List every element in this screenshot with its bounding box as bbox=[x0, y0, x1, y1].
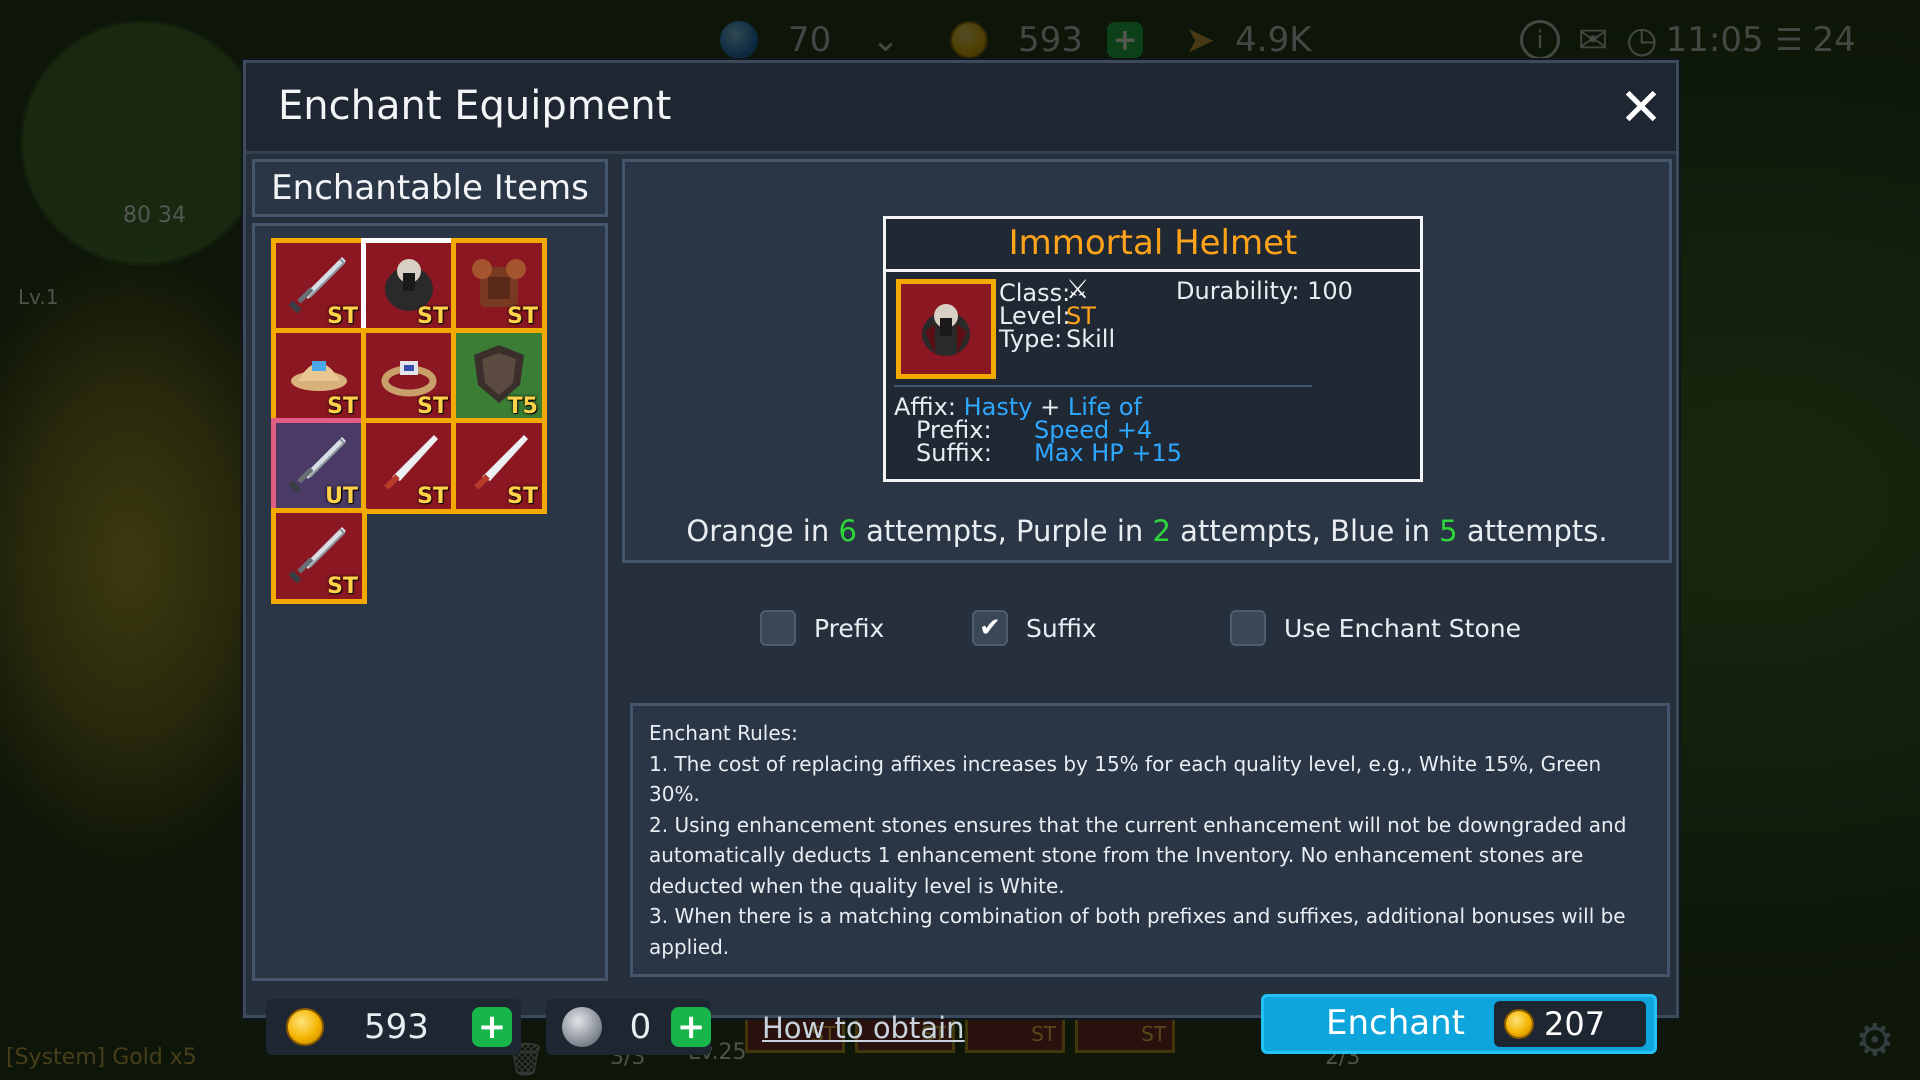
item-tier: T5 bbox=[507, 394, 538, 419]
prefix-option-label: Prefix bbox=[814, 613, 885, 643]
list-title: Enchantable Items bbox=[252, 159, 608, 217]
purple-attempts: 2 bbox=[1152, 514, 1171, 548]
item-tier: ST bbox=[507, 304, 538, 329]
suffix-option-label: Suffix bbox=[1026, 613, 1097, 643]
sword-item[interactable]: UT bbox=[271, 418, 367, 514]
enchant-button-label: Enchant bbox=[1326, 1003, 1465, 1043]
item-tier: ST bbox=[417, 484, 448, 509]
blade-item[interactable]: ST bbox=[361, 418, 457, 514]
attempts-text: Orange in bbox=[686, 514, 839, 548]
attempts-text: attempts, Blue in bbox=[1170, 514, 1440, 548]
helmet-item[interactable]: ST bbox=[361, 238, 457, 334]
item-tier: ST bbox=[327, 304, 358, 329]
dialog-footer: 593 + 0 + How to obtain Enchant 207 bbox=[246, 987, 1676, 1067]
blue-attempts: 5 bbox=[1439, 514, 1458, 548]
item-tier: ST bbox=[507, 484, 538, 509]
close-button[interactable]: ✕ bbox=[1616, 82, 1666, 134]
prefix-checkbox[interactable] bbox=[760, 610, 796, 646]
type-value: Skill bbox=[1066, 325, 1116, 353]
helmet-icon bbox=[896, 279, 996, 379]
enchant-stone-option[interactable]: Use Enchant Stone bbox=[1230, 608, 1521, 648]
armor-item[interactable]: ST bbox=[451, 238, 547, 334]
enchant-button[interactable]: Enchant 207 bbox=[1261, 994, 1657, 1054]
gold-balance: 593 + bbox=[266, 999, 521, 1055]
attempts-text: attempts. bbox=[1457, 514, 1608, 548]
ring-item[interactable]: ST bbox=[361, 328, 457, 424]
item-tier: ST bbox=[327, 574, 358, 599]
enchant-cost: 207 bbox=[1494, 1001, 1646, 1047]
blade-item[interactable]: ST bbox=[451, 418, 547, 514]
coin-icon bbox=[1504, 1009, 1534, 1039]
enchant-stone-checkbox[interactable] bbox=[1230, 610, 1266, 646]
add-gold-button[interactable]: + bbox=[472, 1007, 512, 1047]
coin-icon bbox=[286, 1008, 324, 1046]
item-tier: ST bbox=[417, 304, 448, 329]
sword-class-icon: ⚔ bbox=[1066, 275, 1090, 305]
enchant-stone-icon bbox=[562, 1007, 602, 1047]
suffix-value: Max HP +15 bbox=[1034, 439, 1183, 467]
sword-item[interactable]: ST bbox=[271, 508, 367, 604]
card-divider bbox=[894, 385, 1312, 387]
suffix-checkbox[interactable]: ✔ bbox=[972, 610, 1008, 646]
item-tier: ST bbox=[417, 394, 448, 419]
enchant-cost-amount: 207 bbox=[1544, 1005, 1606, 1043]
enchant-dialog: Enchant Equipment ✕ Enchantable Items ST… bbox=[243, 60, 1679, 1055]
suffix-option[interactable]: ✔ Suffix bbox=[972, 608, 1097, 648]
dialog-title: Enchant Equipment bbox=[278, 83, 672, 129]
item-info-panel: Immortal Helmet Class: ⚔ Level: ST Type:… bbox=[622, 159, 1672, 563]
rules-title: Enchant Rules: bbox=[649, 721, 798, 745]
durability: Durability: 100 bbox=[1176, 277, 1353, 305]
stone-balance: 0 + bbox=[546, 999, 711, 1055]
rule-1: 1. The cost of replacing affixes increas… bbox=[649, 751, 1602, 807]
rule-2: 2. Using enhancement stones ensures that… bbox=[649, 812, 1627, 898]
how-to-obtain-link[interactable]: How to obtain bbox=[762, 1011, 965, 1045]
type-label: Type: bbox=[999, 325, 1063, 353]
item-name: Immortal Helmet bbox=[886, 219, 1420, 272]
item-tier: ST bbox=[327, 394, 358, 419]
enchant-rules: Enchant Rules: 1. The cost of replacing … bbox=[630, 703, 1670, 977]
prefix-option[interactable]: Prefix bbox=[760, 608, 884, 648]
enchantable-item-list: ST ST ST ST ST T5 UT ST ST ST bbox=[252, 223, 608, 981]
cap-item[interactable]: ST bbox=[271, 328, 367, 424]
item-tier: UT bbox=[325, 484, 358, 509]
add-stone-button[interactable]: + bbox=[671, 1007, 711, 1047]
suffix-label: Suffix: bbox=[916, 439, 992, 467]
rule-3: 3. When there is a matching combination … bbox=[649, 904, 1626, 959]
sword-item[interactable]: ST bbox=[271, 238, 367, 334]
stone-amount: 0 bbox=[629, 1007, 652, 1047]
gold-balance-amount: 593 bbox=[364, 1007, 429, 1047]
enchant-stone-label: Use Enchant Stone bbox=[1284, 613, 1521, 643]
item-detail-card: Immortal Helmet Class: ⚔ Level: ST Type:… bbox=[883, 216, 1423, 482]
orange-attempts: 6 bbox=[838, 514, 857, 548]
attempts-text: attempts, Purple in bbox=[856, 514, 1153, 548]
attempts-summary: Orange in 6 attempts, Purple in 2 attemp… bbox=[625, 514, 1669, 548]
shield-item[interactable]: T5 bbox=[451, 328, 547, 424]
dialog-header: Enchant Equipment ✕ bbox=[246, 63, 1676, 154]
